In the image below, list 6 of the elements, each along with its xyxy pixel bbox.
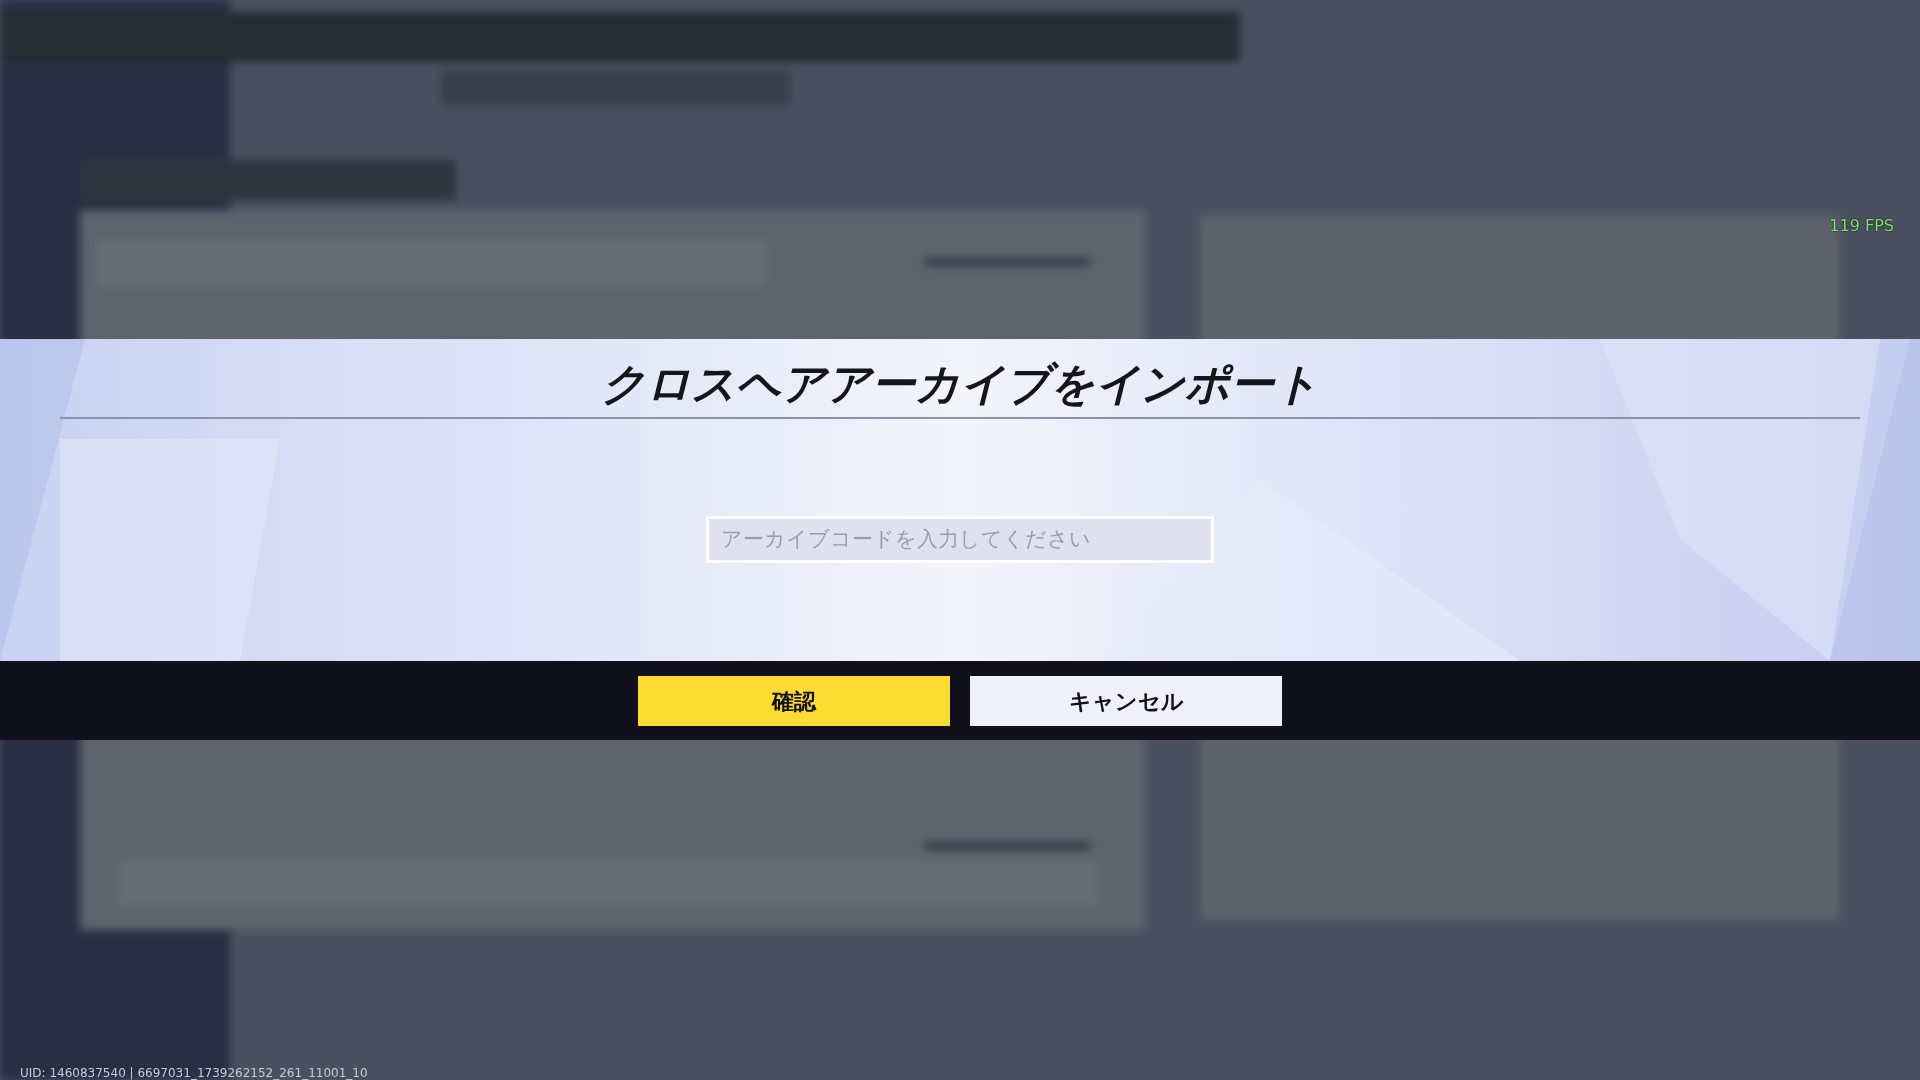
confirm-button[interactable]: 確認 [638,676,950,726]
archive-code-field[interactable]: アーカイブコードを入力してください [706,516,1214,563]
uid-label: UID: 1460837540 | 6697031_1739262152_261_11001_10 [20,1065,368,1080]
cancel-button[interactable]: キャンセル [970,676,1282,726]
dialog-title: クロスヘアアーカイブをインポート [600,357,1320,411]
fps-counter: 119 FPS [1829,215,1894,237]
